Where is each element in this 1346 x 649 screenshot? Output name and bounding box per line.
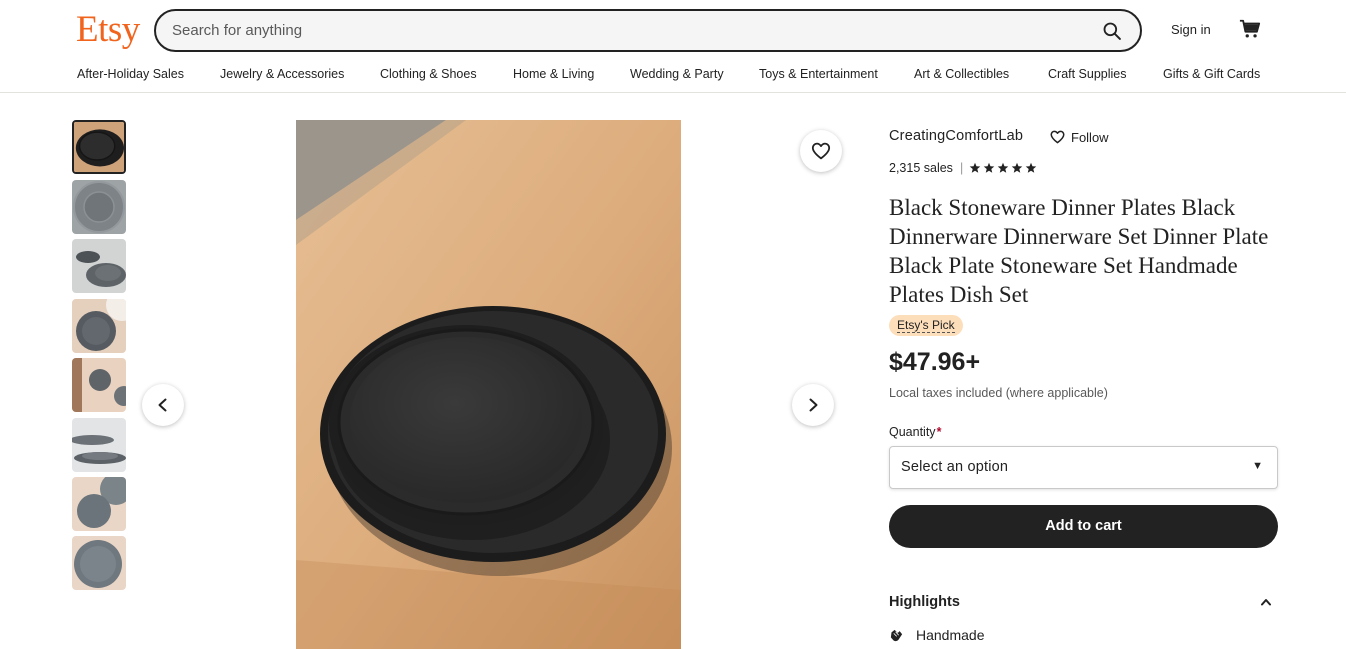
highlight-item-handmade: Handmade [889,627,985,643]
thumbnail-7[interactable] [72,477,126,531]
quantity-label: Quantity* [889,425,941,439]
cart-icon[interactable] [1239,18,1261,40]
nav-home-living[interactable]: Home & Living [513,67,594,81]
star-icon [969,162,981,173]
favorite-button[interactable] [800,130,842,172]
nav-jewelry-accessories[interactable]: Jewelry & Accessories [220,67,344,81]
nav-craft-supplies[interactable]: Craft Supplies [1048,67,1127,81]
star-icon [1011,162,1023,173]
tax-note: Local taxes included (where applicable) [889,386,1108,400]
shop-name-link[interactable]: CreatingComfortLab [889,128,1023,144]
search-input[interactable] [172,11,1072,50]
etsys-pick-badge[interactable]: Etsy's Pick [889,315,963,336]
chevron-up-icon[interactable] [1260,597,1272,607]
heart-icon [1050,130,1065,144]
stats-separator: | [959,161,964,175]
previous-image-button[interactable] [142,384,184,426]
chevron-left-icon [158,398,167,412]
next-image-button[interactable] [792,384,834,426]
quantity-label-text: Quantity [889,425,936,439]
sign-in-link[interactable]: Sign in [1171,22,1211,37]
thumbnail-5[interactable] [72,358,126,412]
thumbnail-8[interactable] [72,536,126,590]
star-icon [1025,162,1037,173]
nav-art-collectibles[interactable]: Art & Collectibles [914,67,1009,81]
caret-down-icon: ▼ [1252,460,1263,472]
header-divider [0,92,1346,93]
quantity-select[interactable]: Select an option ▼ [889,446,1278,489]
nav-toys-entertainment[interactable]: Toys & Entertainment [759,67,878,81]
thumbnail-6[interactable] [72,418,126,472]
nav-after-holiday-sales[interactable]: After-Holiday Sales [77,67,184,81]
etsy-logo[interactable]: Etsy [76,8,140,51]
nav-wedding-party[interactable]: Wedding & Party [630,67,724,81]
thumbnail-3[interactable] [72,239,126,293]
category-nav: After-Holiday Sales Jewelry & Accessorie… [0,67,1346,83]
shop-stats: 2,315 sales | [889,161,1037,175]
sales-count: 2,315 sales [889,161,953,175]
thumbnail-1[interactable] [72,120,126,174]
nav-clothing-shoes[interactable]: Clothing & Shoes [380,67,477,81]
highlights-heading[interactable]: Highlights [889,594,960,610]
main-product-image [296,120,681,649]
required-mark: * [936,425,942,439]
heart-icon [811,142,831,160]
product-title: Black Stoneware Dinner Plates Black Dinn… [889,195,1269,307]
hand-icon [890,629,903,641]
search-icon[interactable] [1102,21,1122,41]
product-price: $47.96+ [889,348,981,376]
search-bar [154,9,1142,52]
thumbnail-2[interactable] [72,180,126,234]
follow-shop-button[interactable]: Follow [1050,128,1109,146]
rating-stars[interactable] [969,162,1037,174]
nav-gifts-gift-cards[interactable]: Gifts & Gift Cards [1163,67,1260,81]
follow-label: Follow [1071,129,1109,145]
add-to-cart-button[interactable]: Add to cart [889,505,1278,548]
quantity-select-value: Select an option [901,459,1009,475]
badge-label: Etsy's Pick [897,318,955,333]
highlight-label: Handmade [916,627,985,643]
chevron-right-icon [809,398,818,412]
thumbnail-4[interactable] [72,299,126,353]
star-icon [983,162,995,173]
star-icon [997,162,1009,173]
